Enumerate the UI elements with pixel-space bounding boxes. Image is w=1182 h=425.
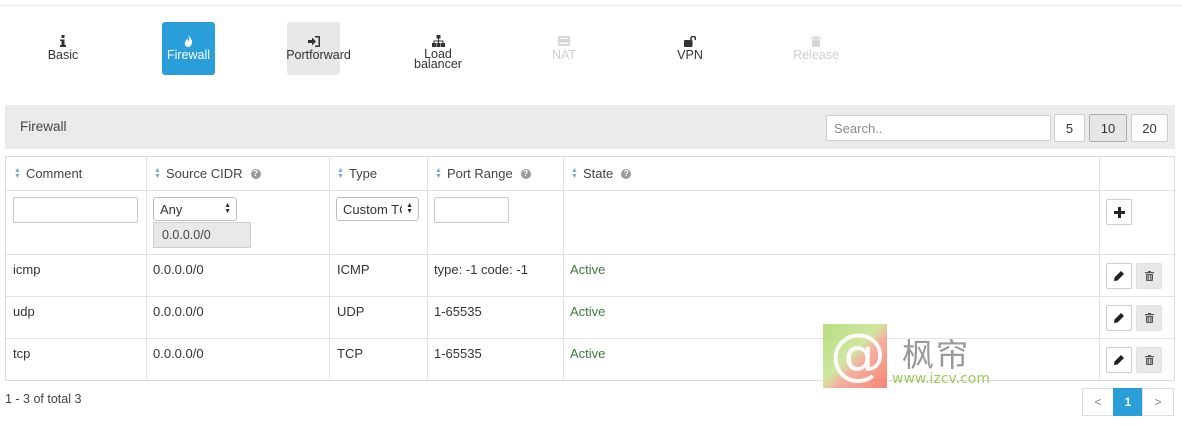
- select-arrows-icon: ▲ ▼: [224, 202, 231, 215]
- page-1-button[interactable]: 1: [1113, 388, 1143, 416]
- cell-comment: icmp: [13, 262, 41, 277]
- tab-vpn[interactable]: VPN: [662, 22, 718, 75]
- edit-button[interactable]: [1106, 263, 1132, 289]
- status-badge: Active: [570, 304, 606, 319]
- tab-label: Release: [793, 48, 839, 62]
- watermark-url: www.izcv.com: [892, 371, 990, 387]
- sort-icon: ▲ ▼: [337, 166, 344, 180]
- unlock-icon: [684, 34, 696, 48]
- select-value: Custom TC: [343, 201, 402, 217]
- prev-page-button[interactable]: <: [1082, 388, 1114, 416]
- tab-nat: NAT: [536, 22, 592, 75]
- cell-source-cidr: 0.0.0.0/0: [153, 262, 204, 277]
- cell-type: ICMP: [337, 262, 370, 277]
- status-badge: Active: [570, 346, 606, 361]
- cell-port-range: 1-65535: [434, 304, 482, 319]
- column-header-label: State: [582, 166, 614, 181]
- column-header-label: Comment: [25, 166, 83, 181]
- comment-input[interactable]: [13, 197, 138, 223]
- sort-icon: ▲ ▼: [154, 166, 161, 180]
- cell-comment: tcp: [13, 346, 31, 361]
- sign-in-icon: [307, 34, 320, 48]
- cell-comment: udp: [13, 304, 35, 319]
- select-arrows-icon: ▲ ▼: [406, 202, 413, 215]
- pagination-summary: 1 - 3 of total 3: [5, 392, 82, 406]
- pencil-icon: [1114, 313, 1124, 323]
- column-header-label: Source CIDR: [165, 166, 243, 181]
- page-size-10-button[interactable]: 10: [1089, 114, 1127, 142]
- column-header-state[interactable]: ▲ ▼ State ?: [571, 166, 632, 181]
- firewall-table: ▲ ▼ Comment ▲ ▼ Source CIDR ? ▲ ▼ Type ▲ ▼ P…: [5, 156, 1175, 381]
- column-header-label: Port Range: [446, 166, 513, 181]
- watermark-text: 枫帘: [902, 336, 971, 374]
- edit-button[interactable]: [1106, 305, 1132, 331]
- flame-icon: [184, 34, 193, 48]
- page-size-20-button[interactable]: 20: [1131, 114, 1168, 142]
- cell-type: TCP: [337, 346, 363, 361]
- cell-type: UDP: [337, 304, 365, 319]
- trash-icon: [811, 34, 821, 48]
- delete-button[interactable]: [1136, 305, 1162, 331]
- help-icon[interactable]: ?: [520, 168, 531, 179]
- cell-port-range: type: -1 code: -1: [434, 262, 528, 277]
- hdd-icon: [558, 34, 570, 48]
- column-header-port-range[interactable]: ▲ ▼ Port Range ?: [435, 166, 531, 181]
- source-cidr-field: 0.0.0.0/0: [153, 222, 251, 248]
- tab-label: Basic: [47, 48, 79, 62]
- tab-label: NAT: [551, 48, 577, 62]
- plus-icon: [1113, 206, 1125, 218]
- info-icon: [60, 34, 66, 48]
- trash-icon: [1144, 271, 1154, 281]
- trash-icon: [1144, 313, 1154, 323]
- column-header-type[interactable]: ▲ ▼ Type: [337, 166, 377, 181]
- tab-label: VPN: [677, 48, 703, 62]
- page-size-5-button[interactable]: 5: [1054, 114, 1085, 142]
- tab-firewall[interactable]: Firewall: [162, 22, 215, 75]
- edit-button[interactable]: [1106, 347, 1132, 373]
- delete-button[interactable]: [1136, 347, 1162, 373]
- sitemap-icon: [431, 34, 445, 48]
- trash-icon: [1144, 355, 1154, 365]
- port-range-input[interactable]: [434, 197, 509, 223]
- pencil-icon: [1114, 271, 1124, 281]
- add-rule-button[interactable]: [1106, 199, 1132, 225]
- search-input[interactable]: [826, 115, 1051, 141]
- top-divider: [0, 5, 1182, 6]
- row-divider: [6, 190, 1174, 191]
- select-value: Any: [160, 201, 183, 217]
- tab-label: Load balancer: [414, 47, 462, 71]
- column-header-label: Type: [348, 166, 378, 181]
- help-icon[interactable]: ?: [250, 168, 261, 179]
- row-divider: [6, 254, 1174, 255]
- cell-source-cidr: 0.0.0.0/0: [153, 304, 204, 319]
- sort-icon: ▲ ▼: [435, 166, 442, 180]
- tab-load-balancer[interactable]: Load balancer: [410, 22, 466, 75]
- sort-icon: ▲ ▼: [14, 166, 21, 180]
- pencil-icon: [1114, 355, 1124, 365]
- tab-label: Portforward: [286, 48, 351, 62]
- source-cidr-select[interactable]: Any ▲ ▼: [153, 197, 237, 221]
- row-divider: [6, 338, 1174, 339]
- column-header-source-cidr[interactable]: ▲ ▼ Source CIDR ?: [154, 166, 261, 181]
- tab-basic[interactable]: Basic: [35, 22, 91, 75]
- cell-source-cidr: 0.0.0.0/0: [153, 346, 204, 361]
- next-page-button[interactable]: >: [1142, 388, 1174, 416]
- watermark-at-glyph: @: [830, 322, 886, 387]
- tab-label: Firewall: [166, 48, 211, 62]
- column-header-comment[interactable]: ▲ ▼ Comment: [14, 166, 82, 181]
- cell-port-range: 1-65535: [434, 346, 482, 361]
- tab-portforward[interactable]: Portforward: [286, 22, 351, 75]
- status-badge: Active: [570, 262, 606, 277]
- tab-release: Release: [788, 22, 844, 75]
- help-icon[interactable]: ?: [621, 168, 632, 179]
- row-divider: [6, 296, 1174, 297]
- delete-button[interactable]: [1136, 263, 1162, 289]
- type-select[interactable]: Custom TC ▲ ▼: [336, 197, 419, 221]
- panel-title: Firewall: [20, 119, 67, 134]
- sort-icon: ▲ ▼: [571, 166, 578, 180]
